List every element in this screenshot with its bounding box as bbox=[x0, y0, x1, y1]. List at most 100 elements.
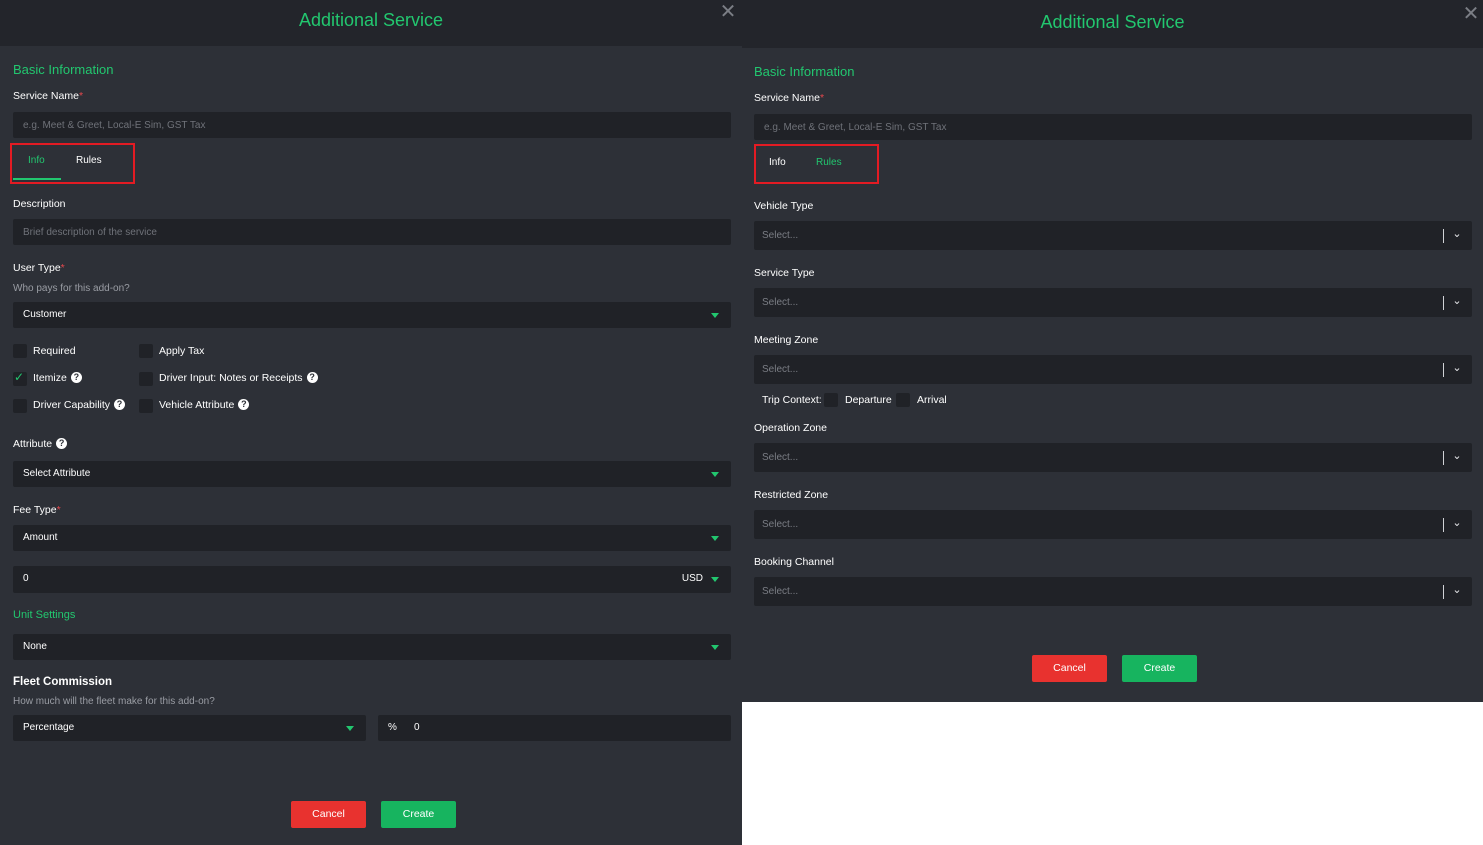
modal-title: Additional Service bbox=[1040, 12, 1185, 32]
user-type-hint: Who pays for this add-on? bbox=[13, 283, 130, 294]
help-icon[interactable]: ? bbox=[306, 372, 318, 383]
tab-info[interactable]: Info bbox=[769, 157, 786, 168]
vehicle-attribute-checkbox[interactable] bbox=[139, 399, 153, 413]
unit-settings-value: None bbox=[23, 641, 47, 652]
help-icon[interactable]: ? bbox=[114, 399, 126, 410]
section-basic-information: Basic Information bbox=[754, 64, 855, 79]
departure-checkbox[interactable] bbox=[824, 393, 838, 407]
driver-capability-label: Driver Capability? bbox=[33, 399, 126, 411]
service-name-input-wrapper bbox=[754, 114, 1472, 140]
commission-type-select[interactable]: Percentage bbox=[13, 715, 366, 741]
vehicle-type-placeholder: Select... bbox=[762, 230, 799, 241]
apply-tax-checkbox[interactable] bbox=[139, 344, 153, 358]
amount-value: 0 bbox=[23, 573, 29, 584]
currency-select[interactable]: USD bbox=[682, 573, 703, 584]
fee-type-select[interactable]: Amount bbox=[13, 525, 731, 551]
service-name-label: Service Name* bbox=[13, 90, 84, 102]
tab-active-underline bbox=[13, 178, 61, 180]
caret-down-icon bbox=[711, 645, 719, 650]
fleet-commission-label: Fleet Commission bbox=[13, 676, 113, 688]
section-unit-settings: Unit Settings bbox=[13, 609, 76, 621]
chevron-down-icon: ⌄ bbox=[1452, 517, 1462, 529]
required-checkbox[interactable] bbox=[13, 344, 27, 358]
trip-context-label: Trip Context: bbox=[762, 394, 822, 406]
vehicle-type-label: Vehicle Type bbox=[754, 200, 814, 212]
restricted-zone-select[interactable]: Select... ⌄ bbox=[754, 510, 1472, 539]
itemize-label: Itemize? bbox=[33, 372, 82, 384]
departure-label: Departure bbox=[845, 394, 892, 406]
user-type-select[interactable]: Customer bbox=[13, 302, 731, 328]
chevron-down-icon: ⌄ bbox=[1452, 362, 1462, 374]
restricted-zone-label: Restricted Zone bbox=[754, 489, 829, 501]
caret-down-icon bbox=[346, 726, 354, 731]
restricted-zone-placeholder: Select... bbox=[762, 519, 799, 530]
caret-down-icon bbox=[711, 536, 719, 541]
booking-channel-label: Booking Channel bbox=[754, 556, 834, 568]
attribute-select[interactable]: Select Attribute bbox=[13, 461, 731, 487]
description-input-wrapper bbox=[13, 219, 731, 245]
commission-symbol: % bbox=[388, 722, 397, 733]
additional-service-modal-rules: Additional Service ✕ Basic Information S… bbox=[742, 0, 1483, 702]
select-separator bbox=[1443, 363, 1444, 377]
select-separator bbox=[1443, 585, 1444, 599]
service-name-label: Service Name* bbox=[754, 92, 825, 104]
modal-header: Additional Service ✕ bbox=[742, 0, 1483, 48]
meeting-zone-select[interactable]: Select... ⌄ bbox=[754, 355, 1472, 384]
service-name-input[interactable] bbox=[754, 114, 1472, 140]
user-type-value: Customer bbox=[23, 309, 67, 320]
apply-tax-label: Apply Tax bbox=[159, 345, 205, 357]
fee-type-value: Amount bbox=[23, 532, 58, 543]
chevron-down-icon: ⌄ bbox=[1452, 228, 1462, 240]
help-icon[interactable]: ? bbox=[238, 399, 250, 410]
vehicle-type-select[interactable]: Select... ⌄ bbox=[754, 221, 1472, 250]
fleet-commission-hint: How much will the fleet make for this ad… bbox=[13, 696, 215, 707]
close-icon[interactable]: ✕ bbox=[1461, 4, 1481, 24]
create-button[interactable]: Create bbox=[381, 801, 456, 828]
cancel-button[interactable]: Cancel bbox=[1032, 655, 1107, 682]
help-icon[interactable]: ? bbox=[56, 438, 68, 449]
tab-rules[interactable]: Rules bbox=[76, 155, 102, 166]
booking-channel-select[interactable]: Select... ⌄ bbox=[754, 577, 1472, 606]
driver-input-checkbox[interactable] bbox=[139, 372, 153, 386]
check-icon: ✓ bbox=[14, 370, 25, 384]
select-separator bbox=[1443, 518, 1444, 532]
itemize-checkbox[interactable]: ✓ bbox=[13, 370, 27, 386]
meeting-zone-label: Meeting Zone bbox=[754, 334, 819, 346]
section-basic-information: Basic Information bbox=[13, 62, 114, 77]
description-input[interactable] bbox=[13, 219, 731, 245]
select-separator bbox=[1443, 296, 1444, 310]
user-type-label: User Type* bbox=[13, 262, 65, 274]
tab-info[interactable]: Info bbox=[28, 155, 45, 166]
create-button[interactable]: Create bbox=[1122, 655, 1197, 682]
caret-down-icon bbox=[711, 577, 719, 582]
close-icon[interactable]: ✕ bbox=[718, 2, 738, 22]
select-separator bbox=[1443, 229, 1444, 243]
tab-rules[interactable]: Rules bbox=[816, 157, 842, 168]
cancel-button[interactable]: Cancel bbox=[291, 801, 366, 828]
service-type-select[interactable]: Select... ⌄ bbox=[754, 288, 1472, 317]
additional-service-modal-info: Additional Service ✕ Basic Information S… bbox=[0, 0, 742, 845]
operation-zone-select[interactable]: Select... ⌄ bbox=[754, 443, 1472, 472]
amount-input[interactable]: 0 USD bbox=[13, 566, 731, 593]
commission-value-input[interactable]: % 0 bbox=[378, 715, 731, 741]
service-type-placeholder: Select... bbox=[762, 297, 799, 308]
required-label: Required bbox=[33, 345, 76, 357]
help-icon[interactable]: ? bbox=[70, 372, 82, 383]
driver-capability-checkbox[interactable] bbox=[13, 399, 27, 413]
booking-channel-placeholder: Select... bbox=[762, 586, 799, 597]
modal-header: Additional Service ✕ bbox=[0, 0, 742, 46]
operation-zone-label: Operation Zone bbox=[754, 422, 827, 434]
caret-down-icon bbox=[711, 313, 719, 318]
chevron-down-icon: ⌄ bbox=[1452, 450, 1462, 462]
operation-zone-placeholder: Select... bbox=[762, 452, 799, 463]
chevron-down-icon: ⌄ bbox=[1452, 295, 1462, 307]
arrival-label: Arrival bbox=[917, 394, 947, 406]
caret-down-icon bbox=[711, 472, 719, 477]
commission-type-value: Percentage bbox=[23, 722, 75, 733]
service-name-input[interactable] bbox=[13, 112, 731, 138]
attribute-value: Select Attribute bbox=[23, 468, 91, 479]
unit-settings-select[interactable]: None bbox=[13, 634, 731, 660]
driver-input-label: Driver Input: Notes or Receipts? bbox=[159, 372, 318, 384]
arrival-checkbox[interactable] bbox=[896, 393, 910, 407]
description-label: Description bbox=[13, 198, 66, 210]
